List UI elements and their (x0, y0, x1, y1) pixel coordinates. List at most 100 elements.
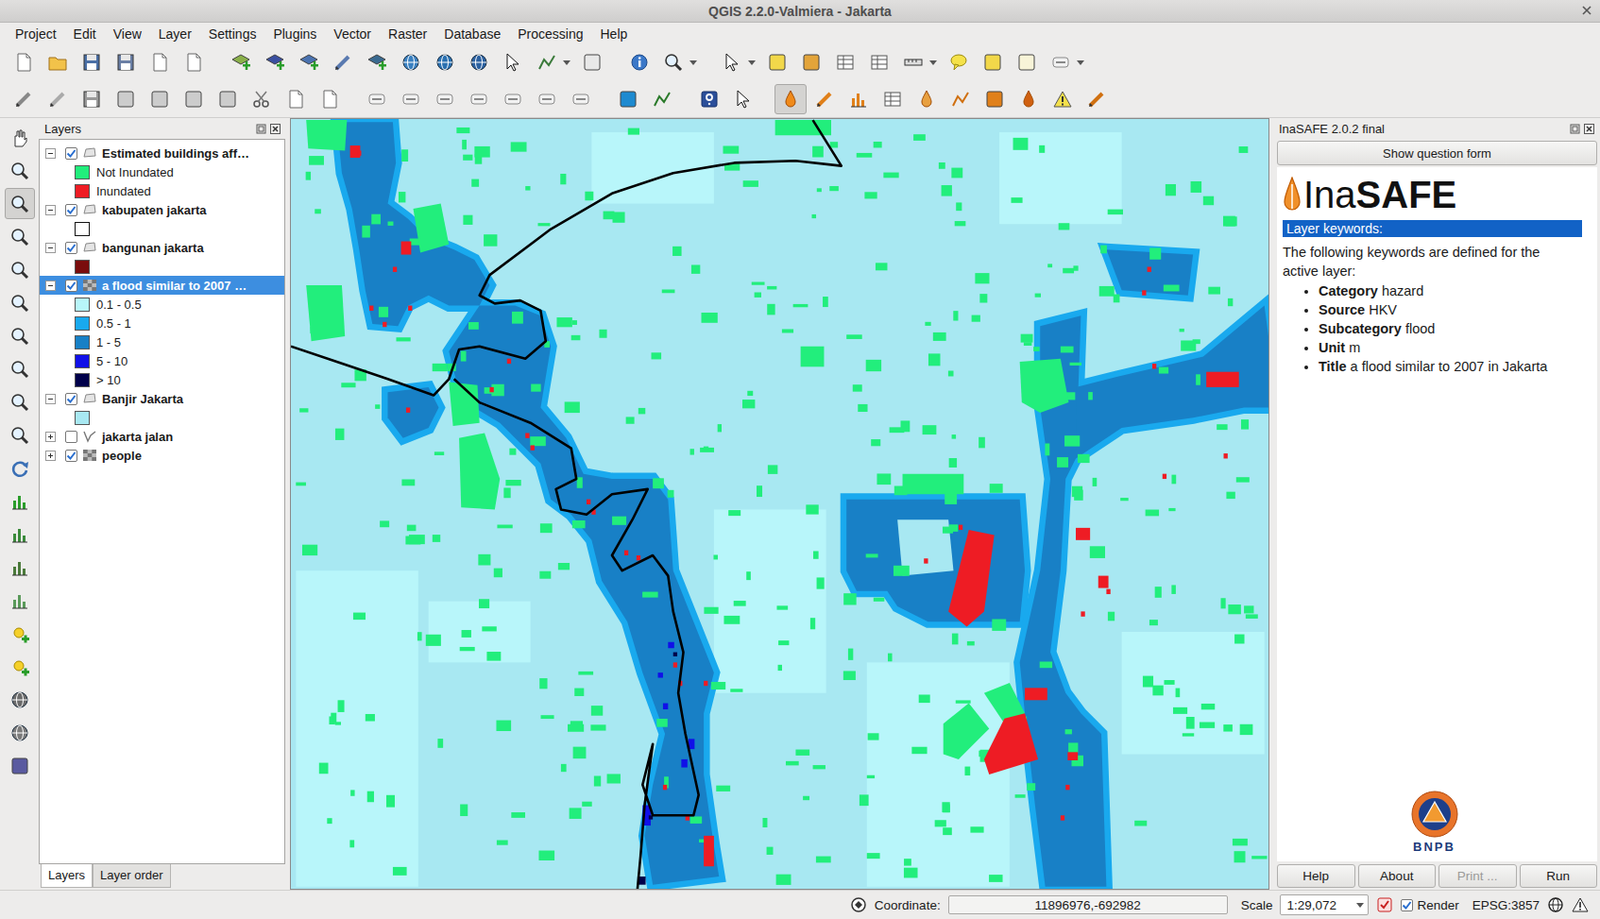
save-edits-button[interactable] (75, 84, 108, 115)
increase-contrast-button[interactable] (4, 683, 35, 715)
add-spatialite-layer-button[interactable] (326, 47, 359, 78)
menu-item[interactable]: Settings (200, 24, 266, 44)
pan-to-selection-button[interactable] (4, 154, 35, 187)
decrease-contrast-button[interactable] (4, 716, 35, 749)
menu-item[interactable]: Project (6, 24, 66, 44)
osm-downloader-button[interactable] (1046, 84, 1079, 115)
zoom-to-selection-button[interactable] (4, 320, 35, 352)
node-tool-button[interactable] (177, 84, 210, 115)
layer-row[interactable]: kabupaten jakarta (39, 200, 285, 220)
dropdown-arrow[interactable] (1356, 902, 1364, 908)
add-postgis-layer-button[interactable] (292, 47, 325, 78)
expand-toggle[interactable] (45, 242, 56, 254)
panel-tab[interactable]: Layer order (92, 864, 171, 888)
zoom-action-button[interactable] (657, 47, 690, 78)
inasafe-button[interactable]: About (1358, 864, 1437, 888)
layer-checkbox[interactable] (65, 279, 78, 292)
map-canvas[interactable] (289, 118, 1270, 890)
layer-checkbox[interactable] (65, 392, 78, 406)
labeling-button[interactable] (360, 84, 393, 115)
move-label-button[interactable] (496, 84, 529, 115)
python-console-button[interactable] (612, 84, 645, 115)
add-wms-layer-button[interactable] (394, 47, 427, 78)
add-raster-layer-button[interactable] (258, 47, 291, 78)
decrease-brightness-button[interactable] (4, 650, 35, 682)
impact-merge-button[interactable] (876, 84, 909, 115)
copy-features-button[interactable] (279, 84, 312, 115)
select-button[interactable] (715, 47, 749, 78)
whats-this-button[interactable] (727, 84, 760, 115)
menu-item[interactable]: Raster (379, 24, 436, 44)
zoom-in-button[interactable] (4, 187, 35, 220)
keywords-editor-button[interactable] (808, 84, 841, 115)
dropdown-arrow[interactable] (929, 60, 937, 66)
menu-item[interactable]: Database (435, 24, 510, 44)
add-delimited-text-button[interactable] (496, 47, 529, 78)
local-stretch-button[interactable] (4, 551, 35, 583)
menu-item[interactable]: Help (591, 24, 636, 44)
expand-toggle[interactable] (45, 204, 56, 216)
annotation-button[interactable] (1010, 47, 1043, 78)
field-calculator-button[interactable] (863, 47, 896, 78)
crs-label[interactable]: EPSG:3857 (1472, 898, 1540, 913)
float-icon[interactable] (255, 123, 267, 135)
zoom-native-button[interactable] (4, 254, 35, 286)
close-icon[interactable] (1581, 4, 1593, 17)
scale-combo[interactable]: 1:29,072 (1279, 894, 1369, 916)
layer-row[interactable]: Banjir Jakarta (39, 389, 285, 409)
expand-toggle[interactable] (45, 450, 56, 461)
dropdown-arrow[interactable] (748, 60, 756, 66)
inasafe-button[interactable]: Help (1276, 864, 1356, 888)
dropdown-arrow[interactable] (689, 60, 698, 66)
menu-item[interactable]: View (104, 24, 151, 44)
save-as-button[interactable] (109, 47, 142, 78)
batch-runner-button[interactable] (944, 84, 977, 115)
move-feature-button[interactable] (143, 84, 176, 115)
layer-row[interactable]: people (39, 445, 285, 465)
layer-checkbox[interactable] (65, 449, 78, 462)
rotate-label-button[interactable] (530, 84, 563, 115)
layer-row[interactable]: Estimated buildings aff… (39, 143, 285, 163)
histogram-button[interactable] (4, 485, 35, 517)
add-mssql-layer-button[interactable] (360, 47, 393, 78)
map-tips-button[interactable] (942, 47, 975, 78)
inasafe-dock-button[interactable] (774, 84, 807, 115)
add-wcs-layer-button[interactable] (428, 47, 461, 78)
toggle-editing-button[interactable] (41, 84, 74, 115)
expand-toggle[interactable] (45, 393, 56, 405)
menu-item[interactable]: Layer (150, 24, 201, 44)
stop-render-icon[interactable] (1376, 896, 1394, 914)
layer-labeling-button[interactable] (394, 84, 427, 115)
new-project-button[interactable] (7, 47, 40, 78)
expand-toggle[interactable] (45, 431, 56, 443)
zoom-full-button[interactable] (4, 287, 35, 319)
coordinate-toggle-icon[interactable] (850, 896, 868, 914)
text-annotation-button[interactable] (1044, 47, 1077, 78)
float-icon[interactable] (1569, 123, 1581, 135)
checkbox[interactable] (1400, 899, 1413, 912)
close-icon[interactable] (270, 123, 281, 135)
statistics-button[interactable] (4, 749, 35, 782)
pin-labels-button[interactable] (428, 84, 461, 115)
show-hide-labels-button[interactable] (462, 84, 495, 115)
select-expression-button[interactable] (795, 47, 828, 78)
save-project-button[interactable] (75, 47, 108, 78)
zoom-to-layer-button[interactable] (4, 353, 35, 385)
expand-toggle[interactable] (45, 148, 56, 159)
expand-toggle[interactable] (45, 280, 56, 291)
layer-checkbox[interactable] (65, 241, 78, 255)
panel-tab[interactable]: Layers (40, 864, 93, 888)
pan-button[interactable] (4, 121, 35, 154)
layer-checkbox[interactable] (65, 204, 78, 217)
menu-item[interactable]: Processing (509, 24, 592, 44)
projection-globe-icon[interactable] (1547, 896, 1565, 914)
menu-item[interactable]: Plugins (264, 24, 325, 44)
extent-selector-button[interactable] (1080, 84, 1113, 115)
composer-manager-button[interactable] (177, 47, 210, 78)
layer-row[interactable]: jakarta jalan (39, 426, 285, 446)
message-warning-icon[interactable] (1571, 896, 1589, 914)
menu-item[interactable]: Vector (324, 24, 380, 44)
layer-checkbox[interactable] (65, 430, 78, 443)
stretch-histogram-button[interactable] (4, 518, 35, 550)
measure-button[interactable] (897, 47, 930, 78)
